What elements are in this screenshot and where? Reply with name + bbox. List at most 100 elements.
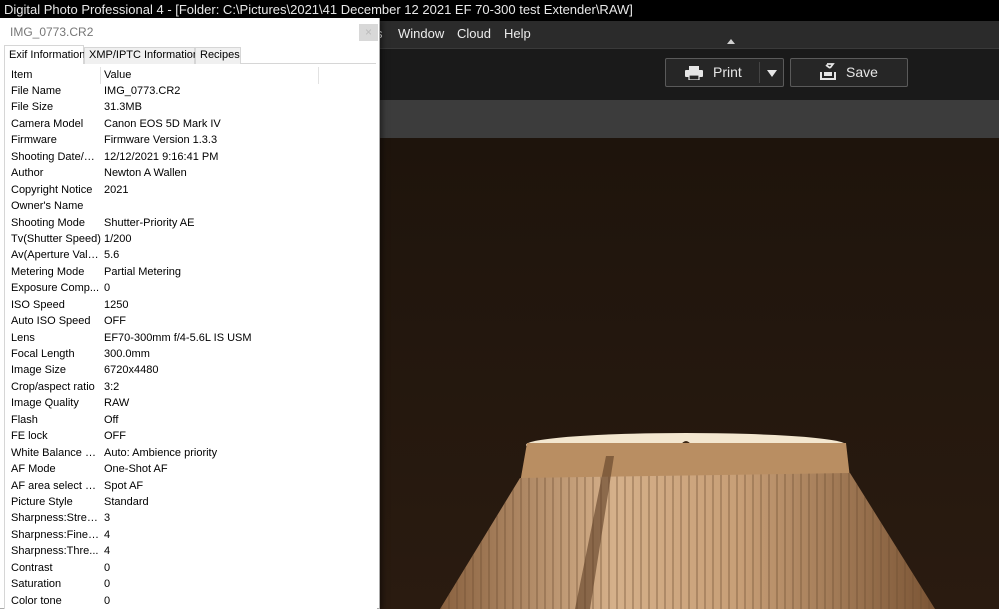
table-row[interactable]: Exposure Comp... 0	[5, 280, 377, 296]
table-row[interactable]: Crop/aspect ratio 3:2	[5, 379, 377, 395]
row-value: 3	[104, 512, 111, 525]
row-item: FE lock	[11, 430, 48, 443]
table-row[interactable]: Shooting Date/Ti... 12/12/2021 9:16:41 PM	[5, 149, 377, 165]
row-value: 2021	[104, 183, 129, 196]
row-value: 0	[104, 282, 111, 295]
save-button[interactable]: Save	[790, 58, 908, 87]
row-item: AF area select m...	[11, 479, 101, 492]
print-dropdown-arrow-icon[interactable]	[767, 70, 777, 77]
menu-item-window[interactable]: Window	[398, 21, 444, 47]
menu-item-cloud[interactable]: Cloud	[457, 21, 491, 47]
table-row[interactable]: FE lock OFF	[5, 428, 377, 444]
print-button[interactable]: Print	[665, 58, 784, 87]
row-item: Color tone	[11, 594, 62, 607]
close-button[interactable]: ×	[359, 24, 378, 41]
table-row[interactable]: Owner's Name	[5, 198, 377, 214]
save-label: Save	[846, 64, 878, 80]
row-value: Off	[104, 413, 119, 426]
row-value: Canon EOS 5D Mark IV	[104, 117, 221, 130]
row-value: Firmware Version 1.3.3	[104, 134, 218, 147]
table-row[interactable]: Firmware Firmware Version 1.3.3	[5, 132, 377, 148]
print-divider	[759, 62, 760, 83]
table-row[interactable]: ISO Speed 1250	[5, 297, 377, 313]
tab-exif-information[interactable]: Exif Information	[4, 45, 85, 65]
table-row[interactable]: Av(Aperture Valu... 5.6	[5, 247, 377, 263]
table-row[interactable]: Sharpness:Finen... 4	[5, 527, 377, 543]
table-row[interactable]: Focal Length 300.0mm	[5, 346, 377, 362]
table-row[interactable]: Image Size 6720x4480	[5, 362, 377, 378]
table-row[interactable]: Author Newton A Wallen	[5, 165, 377, 181]
row-item: ISO Speed	[11, 298, 65, 311]
tab-recipes[interactable]: Recipes	[195, 47, 241, 64]
row-item: Sharpness:Stren...	[11, 512, 101, 525]
row-item: Shooting Mode	[11, 216, 85, 229]
table-row[interactable]: Shooting Mode Shutter-Priority AE	[5, 215, 377, 231]
table-row[interactable]: Image Quality RAW	[5, 395, 377, 411]
table-row[interactable]: Saturation 0	[5, 576, 377, 592]
row-value: 4	[104, 545, 111, 558]
row-item: Focal Length	[11, 348, 75, 360]
row-value: Auto: Ambience priority	[104, 446, 218, 459]
row-item: Shooting Date/Ti...	[11, 150, 101, 163]
row-item: Av(Aperture Valu...	[11, 249, 101, 262]
row-value: Standard	[104, 495, 149, 508]
table-row[interactable]: AF Mode One-Shot AF	[5, 461, 377, 477]
table-row[interactable]: Color tone 0	[5, 593, 377, 609]
row-value: 1/200	[104, 232, 132, 245]
row-item: Crop/aspect ratio	[11, 380, 95, 393]
row-value: Partial Metering	[104, 265, 182, 278]
table-row[interactable]: Contrast 0	[5, 560, 377, 576]
app-title: Digital Photo Professional 4 - [Folder: …	[4, 2, 633, 17]
table-row[interactable]: File Name IMG_0773.CR2	[5, 83, 377, 99]
row-item: Camera Model	[11, 117, 84, 130]
table-row[interactable]: White Balance M... Auto: Ambience priorit…	[5, 445, 377, 461]
table-row[interactable]: Lens EF70-300mm f/4-5.6L IS USM	[5, 330, 377, 346]
row-item: Contrast	[11, 561, 53, 574]
row-value: Shutter-Priority AE	[104, 216, 195, 229]
row-item: Flash	[11, 413, 38, 426]
menu-item-help[interactable]: Help	[504, 21, 531, 47]
table-row[interactable]: Tv(Shutter Speed) 1/200	[5, 231, 377, 247]
row-value: 0	[104, 578, 111, 591]
row-value: 3:2	[104, 380, 120, 393]
info-dialog: IMG_0773.CR2 × Exif Information XMP/IPTC…	[0, 18, 380, 609]
collapse-caret-icon[interactable]	[727, 39, 735, 44]
table-row[interactable]: Sharpness:Stren... 3	[5, 510, 377, 526]
exif-table[interactable]: Item Value File Name IMG_0773.CR2 File Siz…	[4, 64, 377, 609]
row-value: 1250	[104, 298, 129, 311]
row-value: Spot AF	[104, 479, 144, 492]
dialog-title: IMG_0773.CR2	[10, 25, 94, 39]
table-row[interactable]: Auto ISO Speed OFF	[5, 313, 377, 329]
printer-icon	[685, 66, 703, 80]
table-row[interactable]: Picture Style Standard	[5, 494, 377, 510]
tab-xmp-iptc-information[interactable]: XMP/IPTC Information	[84, 47, 199, 64]
row-value: 4	[104, 528, 111, 541]
row-value: 300.0mm	[104, 348, 150, 360]
row-item: Sharpness:Finen...	[11, 528, 101, 541]
row-value: Newton A Wallen	[104, 167, 187, 180]
table-row[interactable]: Camera Model Canon EOS 5D Mark IV	[5, 116, 377, 132]
row-item: White Balance M...	[11, 446, 101, 459]
column-divider[interactable]	[318, 67, 319, 84]
row-item: File Name	[11, 85, 62, 97]
row-value: 12/12/2021 9:16:41 PM	[104, 150, 219, 163]
row-item: Author	[11, 167, 44, 180]
table-row[interactable]: Flash Off	[5, 412, 377, 428]
row-value: OFF	[104, 430, 126, 443]
row-value: RAW	[104, 397, 130, 410]
row-item: Owner's Name	[11, 200, 84, 213]
row-item: AF Mode	[11, 463, 56, 476]
row-value: OFF	[104, 315, 126, 328]
table-row[interactable]: Copyright Notice 2021	[5, 182, 377, 198]
column-header-item[interactable]: Item	[11, 66, 32, 84]
column-divider[interactable]	[100, 67, 101, 84]
save-icon	[820, 63, 836, 80]
column-header-value[interactable]: Value	[104, 66, 131, 84]
table-row[interactable]: Metering Mode Partial Metering	[5, 264, 377, 280]
table-row[interactable]: AF area select m... Spot AF	[5, 478, 377, 494]
table-row[interactable]: Sharpness:Thre... 4	[5, 543, 377, 559]
table-row[interactable]: File Size 31.3MB	[5, 99, 377, 115]
row-item: Image Quality	[11, 397, 79, 410]
row-item: Lens	[11, 331, 35, 344]
row-item: File Size	[11, 101, 54, 114]
